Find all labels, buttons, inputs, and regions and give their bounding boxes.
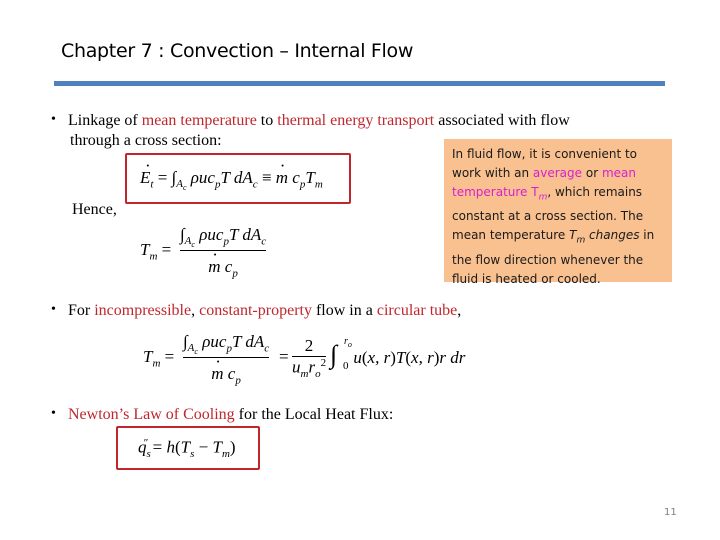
- note-subscript: m: [576, 235, 586, 246]
- highlight-constant-property: constant-property: [199, 302, 312, 319]
- note-text: or: [582, 166, 602, 180]
- numerator-two: 2: [304, 336, 314, 355]
- energy-transport-equation: E · t = ∫Ac ρucpT dAc ≡ m · cpTm: [140, 156, 323, 193]
- highlight-mean-temperature: mean temperature: [141, 112, 257, 129]
- denominator-um-ro2: umro2: [292, 357, 327, 381]
- denominator: m · cp: [211, 351, 241, 386]
- text-run: For: [68, 302, 95, 319]
- text-run: associated with flow: [434, 112, 570, 129]
- highlight-circular-tube: circular tube: [376, 302, 458, 319]
- denominator: m · cp: [208, 244, 238, 279]
- highlight-incompressible: incompressible: [94, 302, 192, 319]
- page-number: 11: [664, 507, 677, 518]
- text-run: Linkage of: [68, 112, 142, 129]
- title-underline: [54, 81, 665, 86]
- slide-title: Chapter 7 : Convection – Internal Flow: [61, 40, 414, 62]
- bullet-marker: •: [51, 406, 56, 421]
- bullet-1-text: Linkage of mean temperature to thermal e…: [68, 111, 570, 130]
- numerator: ∫Ac ρucpT dAc: [180, 225, 267, 250]
- highlight-thermal-energy-transport: thermal energy transport: [277, 112, 435, 129]
- numerator: ∫Ac ρucpT dAc: [183, 332, 270, 357]
- radial-integral: ∫ ro 0 u(x, r)T(x, r)r dr: [330, 336, 466, 372]
- fraction-bar: [183, 356, 270, 358]
- text-run: for the Local Heat Flux:: [234, 406, 394, 423]
- mean-temp-fraction: ∫Ac ρucpT dAc m · cp: [180, 225, 267, 279]
- bullet-2-text: For incompressible, constant-property fl…: [68, 301, 461, 320]
- tube-mean-temp-lhs: Tm =: [143, 347, 175, 370]
- text-run: ,: [191, 302, 200, 319]
- fraction-bar: [180, 249, 267, 251]
- bullet-marker: •: [51, 302, 56, 317]
- note-italic-changes: changes: [585, 228, 640, 243]
- equals-sign: =: [279, 347, 289, 366]
- bullet-1-continuation: through a cross section:: [70, 132, 222, 149]
- text-run: to: [256, 112, 278, 129]
- bullet-3-text: Newton’s Law of Cooling for the Local He…: [68, 405, 393, 424]
- bullet-marker: •: [51, 112, 56, 127]
- energy-transport-equation-box: E · t = ∫Ac ρucpT dAc ≡ m · cpTm: [125, 153, 351, 204]
- text-run: flow in a: [311, 302, 377, 319]
- two-over-umro2-fraction: 2 umro2: [292, 336, 327, 381]
- newton-cooling-equation: qs″ = h(Ts − Tm): [138, 437, 236, 461]
- hence-label: Hence,: [72, 201, 117, 218]
- text-run: ,: [457, 302, 462, 319]
- newton-cooling-equation-box: qs″ = h(Ts − Tm): [116, 426, 260, 470]
- mean-temperature-note: In fluid flow, it is convenient to work …: [444, 139, 672, 286]
- highlight-newtons-law: Newton’s Law of Cooling: [68, 406, 235, 423]
- note-highlight-average: average: [532, 166, 583, 180]
- tube-mean-temp-fraction: ∫Ac ρucpT dAc m · cp: [183, 332, 270, 386]
- mean-temp-lhs: Tm =: [140, 240, 172, 263]
